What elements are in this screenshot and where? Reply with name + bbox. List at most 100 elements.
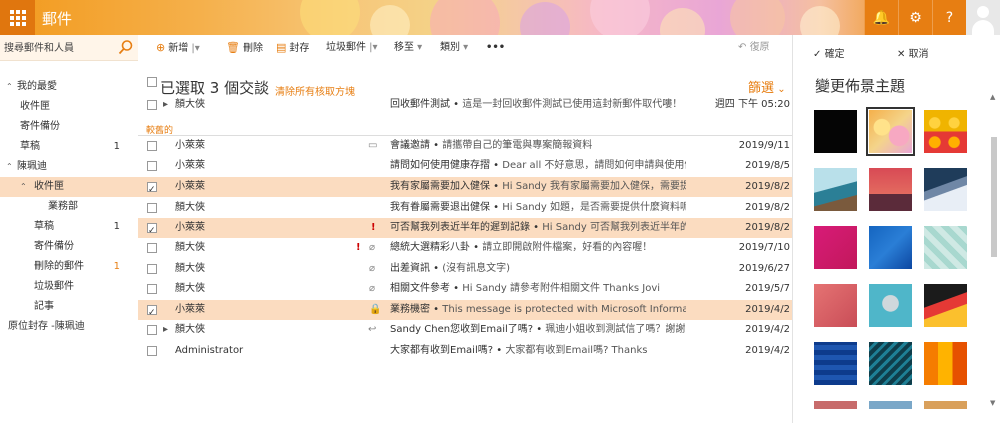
app-launcher-icon[interactable] bbox=[0, 0, 35, 35]
theme-swatch-coral[interactable] bbox=[814, 284, 857, 327]
table-row[interactable]: Administrator 大家都有收到Email嗎? • 大家都有收到Emai… bbox=[138, 341, 792, 361]
delete-button[interactable]: 🗑 刪除 bbox=[226, 41, 263, 55]
archive-label: 封存 bbox=[289, 43, 310, 54]
theme-swatch-partial[interactable] bbox=[924, 401, 967, 409]
sender: 顏大俠 bbox=[175, 283, 205, 294]
theme-swatch-crayons[interactable] bbox=[924, 342, 967, 385]
move-label: 移至 bbox=[394, 42, 414, 53]
theme-swatch-blue-geo[interactable] bbox=[869, 226, 912, 269]
sender: Administrator bbox=[175, 345, 244, 356]
sidebar-group-label: 我的最愛 bbox=[17, 81, 57, 92]
theme-swatch-mountains[interactable] bbox=[924, 168, 967, 211]
preview: 珮迪小姐收到測試信了嗎？謝謝 bbox=[545, 324, 686, 335]
theme-swatch-abstract[interactable] bbox=[924, 284, 967, 327]
theme-swatch-blueprint[interactable] bbox=[814, 342, 857, 385]
row-checkbox[interactable] bbox=[147, 180, 157, 197]
panel-scrollbar[interactable]: ▲ ▼ bbox=[989, 93, 999, 407]
junk-button[interactable]: 垃圾郵件 |▾ bbox=[326, 41, 378, 55]
table-row[interactable]: 小萊萊 我有家屬需要加入健保 • Hi Sandy 我有家屬需要加入健保，需要提… bbox=[138, 177, 792, 197]
row-checkbox[interactable] bbox=[147, 203, 157, 213]
select-all-checkbox[interactable] bbox=[147, 77, 157, 87]
search-icon[interactable] bbox=[118, 39, 134, 55]
theme-swatch-beach[interactable] bbox=[814, 168, 857, 211]
cancel-button[interactable]: ✕ 取消 bbox=[897, 45, 929, 60]
table-row[interactable]: 顏大俠 我有眷屬需要退出健保 • Hi Sandy 如題，是否需要提供什麼資料呢… bbox=[138, 198, 792, 218]
more-button[interactable]: ••• bbox=[486, 41, 505, 55]
expand-arrow-icon[interactable]: ▸ bbox=[163, 320, 168, 340]
theme-swatch-bubbles[interactable] bbox=[866, 107, 915, 156]
sidebar-item-fav-drafts[interactable]: 草稿 1 bbox=[0, 137, 138, 157]
table-row[interactable]: 小萊萊 ▭ 會議邀請 • 請攜帶自己的筆電與專案簡報資料 2019/9/11 bbox=[138, 136, 792, 156]
sidebar-item-deleted[interactable]: 刪除的郵件 1 bbox=[0, 257, 138, 277]
row-checkbox[interactable] bbox=[147, 284, 157, 294]
preview: Hi Sandy 請參考附件相關文件 Thanks Jovi bbox=[462, 283, 661, 294]
theme-swatch-mint[interactable] bbox=[924, 226, 967, 269]
scroll-down-icon[interactable]: ▼ bbox=[990, 399, 995, 407]
sidebar-group-account[interactable]: ⌃ 陳珮迪 bbox=[0, 157, 138, 177]
table-row[interactable]: 顏大俠 ⌀ 相關文件參考 • Hi Sandy 請參考附件相關文件 Thanks… bbox=[138, 279, 792, 299]
sidebar-item-drafts[interactable]: 草稿 1 bbox=[0, 217, 138, 237]
row-checkbox[interactable] bbox=[147, 346, 157, 356]
sidebar-item-notes[interactable]: 記事 bbox=[0, 297, 138, 317]
gear-icon[interactable]: ⚙ bbox=[898, 0, 932, 35]
sidebar-item-inbox[interactable]: ⌃ 收件匣 bbox=[0, 177, 138, 197]
new-button[interactable]: ⊕ 新增 |▾ bbox=[156, 41, 200, 55]
row-checkbox[interactable] bbox=[147, 221, 157, 238]
table-row[interactable]: 小萊萊 🔒 業務機密 • This message is protected w… bbox=[138, 300, 792, 320]
theme-swatch-palms[interactable] bbox=[869, 168, 912, 211]
sidebar-item-junk[interactable]: 垃圾郵件 bbox=[0, 277, 138, 297]
categories-button[interactable]: 類別 ▾ bbox=[440, 41, 468, 55]
row-checkbox[interactable] bbox=[147, 325, 157, 335]
move-button[interactable]: 移至 ▾ bbox=[394, 41, 422, 55]
search-input[interactable] bbox=[4, 39, 114, 57]
row-checkbox[interactable] bbox=[147, 243, 157, 253]
calendar-icon: ▭ bbox=[368, 140, 378, 151]
sender: 小萊萊 bbox=[175, 304, 205, 315]
message-list: 已選取 3 個交談 清除所有核取方塊 篩選 ⌄ ▸ 顏大俠 回收郵件測試 • 這… bbox=[138, 61, 792, 423]
scroll-up-icon[interactable]: ▲ bbox=[990, 93, 995, 101]
theme-swatch-partial[interactable] bbox=[869, 401, 912, 409]
subject-line: 業務機密 • This message is protected with Mi… bbox=[390, 300, 686, 320]
sidebar-item-label: 收件匣 bbox=[20, 101, 50, 112]
theme-swatch-magenta[interactable] bbox=[814, 226, 857, 269]
subject-line: 相關文件參考 • Hi Sandy 請參考附件相關文件 Thanks Jovi bbox=[390, 283, 661, 294]
bell-icon[interactable]: 🔔 bbox=[864, 0, 898, 35]
row-checkbox[interactable] bbox=[147, 100, 157, 110]
table-row[interactable]: ▸ 顏大俠 回收郵件測試 • 這是一封回收郵件測試已使用這封新郵件取代嘍！ 週四… bbox=[138, 95, 792, 115]
sidebar-group-favorites[interactable]: ⌃ 我的最愛 bbox=[0, 77, 138, 97]
theme-swatch-circuit[interactable] bbox=[869, 342, 912, 385]
preview: 這是一封回收郵件測試已使用這封新郵件取代嘍！ bbox=[462, 99, 683, 110]
row-checkbox[interactable] bbox=[147, 161, 157, 171]
archive-icon: ▤ bbox=[276, 41, 287, 54]
theme-swatch-black[interactable] bbox=[814, 110, 857, 153]
sidebar-item-archive[interactable]: 原位封存 -陳珮迪 bbox=[0, 317, 138, 337]
table-row[interactable]: 顏大俠 ⌀ 出差資訊 • (沒有訊息文字) 2019/6/27 bbox=[138, 259, 792, 279]
row-checkbox[interactable] bbox=[147, 141, 157, 151]
expand-arrow-icon[interactable]: ▸ bbox=[163, 95, 168, 115]
sidebar-item-sent[interactable]: 寄件備份 bbox=[0, 237, 138, 257]
theme-swatch-bricks[interactable] bbox=[924, 110, 967, 153]
table-row[interactable]: 顏大俠 ! ⌀ 總統大選精彩八卦 • 請立即開啟附件檔案，好看的內容喔！ 201… bbox=[138, 238, 792, 258]
scrollbar-thumb[interactable] bbox=[991, 137, 997, 257]
subject: 請問如何使用健康存摺 bbox=[390, 160, 490, 171]
sidebar-item-subfolder[interactable]: 業務部 bbox=[0, 197, 138, 217]
paperclip-icon: ⌀ bbox=[369, 242, 376, 253]
subject-line: 我有家屬需要加入健保 • Hi Sandy 我有家屬需要加入健保，需要提供哪些資… bbox=[390, 177, 686, 197]
filter-button[interactable]: 篩選 ⌄ bbox=[748, 77, 786, 96]
theme-swatch-robot[interactable] bbox=[869, 284, 912, 327]
theme-swatch-partial[interactable] bbox=[814, 401, 857, 409]
avatar[interactable] bbox=[966, 0, 1000, 35]
archive-button[interactable]: ▤ 封存 bbox=[276, 41, 309, 55]
sidebar-item-fav-inbox[interactable]: 收件匣 bbox=[0, 97, 138, 117]
sidebar-item-label: 收件匣 bbox=[34, 181, 64, 192]
help-icon[interactable]: ? bbox=[932, 0, 966, 35]
table-row[interactable]: 小萊萊 ! 可否幫我列表近半年的遲到記錄 • Hi Sandy 可否幫我列表近半… bbox=[138, 218, 792, 238]
ok-button[interactable]: ✓ 確定 bbox=[813, 45, 845, 60]
row-checkbox[interactable] bbox=[147, 264, 157, 274]
sidebar-item-fav-sent[interactable]: 寄件備份 bbox=[0, 117, 138, 137]
undo-icon: ↶ bbox=[738, 42, 750, 53]
table-row[interactable]: 小萊萊 請問如何使用健康存摺 • Dear all 不好意思，請問如何申請與使用… bbox=[138, 156, 792, 176]
row-checkbox[interactable] bbox=[147, 303, 157, 320]
undo-button[interactable]: ↶ 復原 bbox=[738, 41, 770, 55]
table-row[interactable]: ▸ 顏大俠 ↩ Sandy Chen您收到Email了嗎? • 珮迪小姐收到測試… bbox=[138, 320, 792, 340]
